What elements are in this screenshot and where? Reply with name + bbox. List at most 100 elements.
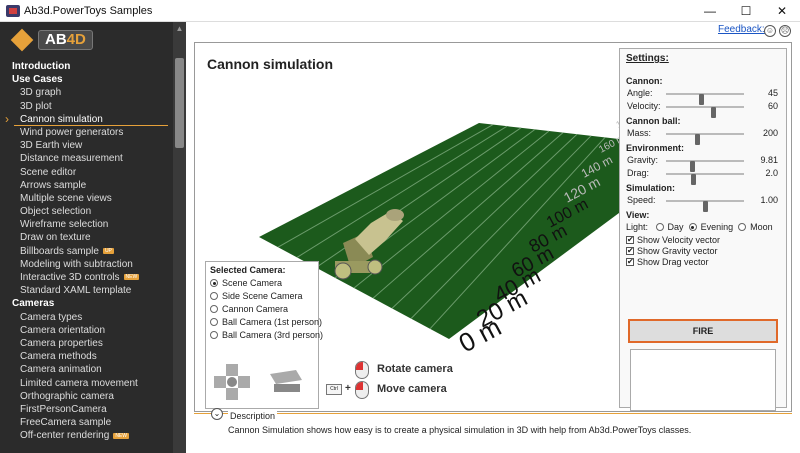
speed-slider[interactable] (666, 200, 744, 212)
sidebar-item-3[interactable]: 3D plot (0, 100, 172, 113)
window-title: Ab3d.PowerToys Samples (24, 5, 153, 17)
checkbox[interactable] (626, 257, 634, 267)
radio-button[interactable] (210, 305, 218, 313)
checkbox[interactable] (626, 235, 634, 245)
plus-sign: + (345, 383, 351, 394)
angle-label: Angle: (627, 88, 653, 98)
page-title: Cannon simulation (207, 56, 333, 72)
speed-slider-thumb[interactable] (703, 201, 708, 212)
angle-slider[interactable] (666, 93, 744, 105)
sidebar-item-27[interactable]: FreeCamera sample (0, 416, 172, 429)
camera-option-label: Ball Camera (3rd person) (222, 330, 324, 340)
sidebar-item-19[interactable]: Camera types (0, 311, 172, 324)
camera-option-2[interactable]: Cannon Camera (210, 303, 314, 316)
camera-panel-title: Selected Camera: (210, 265, 286, 275)
sidebar-item-11[interactable]: Object selection (0, 205, 172, 218)
maximize-button[interactable]: ☐ (728, 0, 764, 22)
sidebar-item-17[interactable]: Standard XAML template (0, 284, 172, 297)
description-expand-icon[interactable]: ⌄ (211, 408, 223, 420)
sidebar-item-label: Interactive 3D controls (20, 272, 120, 283)
sidebar-item-26[interactable]: FirstPersonCamera (0, 403, 172, 416)
environment-section-label: Environment: (626, 143, 685, 153)
radio-button[interactable] (210, 279, 218, 287)
sad-face-icon[interactable]: ☹ (779, 25, 791, 37)
velocity-slider-thumb[interactable] (710, 107, 716, 118)
feedback-link[interactable]: Feedback: (718, 24, 765, 35)
minimize-button[interactable]: — (692, 0, 728, 22)
light-radio-group: Light: Day Evening Moon (626, 222, 780, 235)
sidebar-scrollbar[interactable]: ▲ (173, 22, 186, 453)
checkbox-row-0[interactable]: Show Velocity vector (626, 235, 780, 246)
velocity-slider[interactable] (666, 106, 744, 118)
sidebar-item-9[interactable]: Arrows sample (0, 179, 172, 192)
sidebar-item-label: Limited camera movement (20, 377, 138, 389)
velocity-row: Velocity: 60 (626, 100, 780, 118)
sidebar-item-label: Camera animation (20, 364, 102, 376)
sidebar-item-28[interactable]: Off-center rendering NEW (0, 429, 172, 442)
sidebar-item-14[interactable]: Billboards sample UP (0, 245, 172, 258)
camera-rotate-control-icon[interactable] (212, 362, 252, 402)
light-radio-1[interactable] (688, 223, 697, 231)
nav-section-0[interactable]: Introduction (0, 60, 172, 73)
sidebar-item-8[interactable]: Scene editor (0, 166, 172, 179)
light-label: Light: (626, 222, 649, 232)
light-radio-0[interactable] (655, 223, 664, 231)
scroll-thumb[interactable] (175, 58, 184, 148)
light-option-label: Evening (700, 222, 734, 232)
sidebar-item-7[interactable]: Distance measurement (0, 152, 172, 165)
camera-option-label: Side Scene Camera (222, 291, 303, 301)
fire-button[interactable]: FIRE (628, 319, 778, 343)
sidebar-item-16[interactable]: Interactive 3D controls NEW (0, 271, 172, 284)
sidebar-item-label: Off-center rendering (20, 430, 110, 442)
sidebar-item-15[interactable]: Modeling with subtraction (0, 258, 172, 271)
checkbox-row-2[interactable]: Show Drag vector (626, 257, 780, 268)
sidebar-item-label: 3D Earth view (20, 140, 83, 152)
camera-option-0[interactable]: Scene Camera (210, 277, 314, 290)
camera-option-1[interactable]: Side Scene Camera (210, 290, 314, 303)
light-radio-2[interactable] (738, 223, 747, 231)
drag-slider-thumb[interactable] (691, 174, 697, 185)
new-badge: UP (102, 247, 114, 254)
happy-face-icon[interactable]: ☺ (764, 25, 776, 37)
sidebar-item-5[interactable]: Wind power generators (0, 126, 172, 139)
drag-slider[interactable] (666, 173, 744, 185)
nav-section-1[interactable]: Use Cases (0, 73, 172, 86)
sidebar-item-label: Billboards sample (20, 245, 99, 257)
close-button[interactable]: ✕ (764, 0, 800, 22)
camera-option-4[interactable]: Ball Camera (3rd person) (210, 329, 323, 342)
checkbox-row-1[interactable]: Show Gravity vector (626, 246, 780, 257)
sidebar-item-21[interactable]: Camera properties (0, 337, 172, 350)
scroll-up-icon[interactable]: ▲ (173, 22, 186, 35)
sidebar-item-13[interactable]: Draw on texture (0, 231, 172, 244)
radio-button[interactable] (210, 318, 218, 326)
checkbox[interactable] (626, 246, 634, 256)
gravity-slider[interactable] (666, 160, 744, 172)
sidebar-item-22[interactable]: Camera methods (0, 350, 172, 363)
ctrl-key-icon: Ctrl (326, 384, 342, 395)
sidebar-item-12[interactable]: Wireframe selection (0, 218, 172, 231)
camera-option-3[interactable]: Ball Camera (1st person) (210, 316, 322, 329)
sidebar-item-label: Standard XAML template (20, 285, 132, 297)
speed-label: Speed: (627, 195, 656, 205)
description-label[interactable]: Description (228, 411, 278, 421)
mass-value: 200 (762, 128, 778, 138)
nav-section-18[interactable]: Cameras (0, 297, 172, 310)
sidebar-item-25[interactable]: Orthographic camera (0, 390, 172, 403)
sidebar-item-label: Modeling with subtraction (20, 258, 133, 270)
radio-button[interactable] (210, 292, 218, 300)
sidebar-item-10[interactable]: Multiple scene views (0, 192, 172, 205)
mass-slider-thumb[interactable] (695, 134, 701, 145)
sidebar-item-6[interactable]: 3D Earth view (0, 139, 172, 152)
sidebar: AB4D Introduction Use Cases 3D graph 3D plo… (0, 22, 186, 453)
sidebar-item-2[interactable]: 3D graph (0, 86, 172, 99)
velocity-label: Velocity: (627, 101, 661, 111)
mass-slider[interactable] (666, 133, 744, 145)
sidebar-item-23[interactable]: Camera animation (0, 363, 172, 376)
sidebar-item-4[interactable]: Cannon simulation (0, 113, 172, 127)
camera-move-control-icon[interactable] (266, 366, 306, 396)
gravity-row: Gravity: 9.81 (626, 154, 780, 172)
sidebar-item-24[interactable]: Limited camera movement (0, 377, 172, 390)
simulation-output-box (630, 349, 776, 411)
sidebar-item-20[interactable]: Camera orientation (0, 324, 172, 337)
radio-button[interactable] (210, 331, 218, 339)
